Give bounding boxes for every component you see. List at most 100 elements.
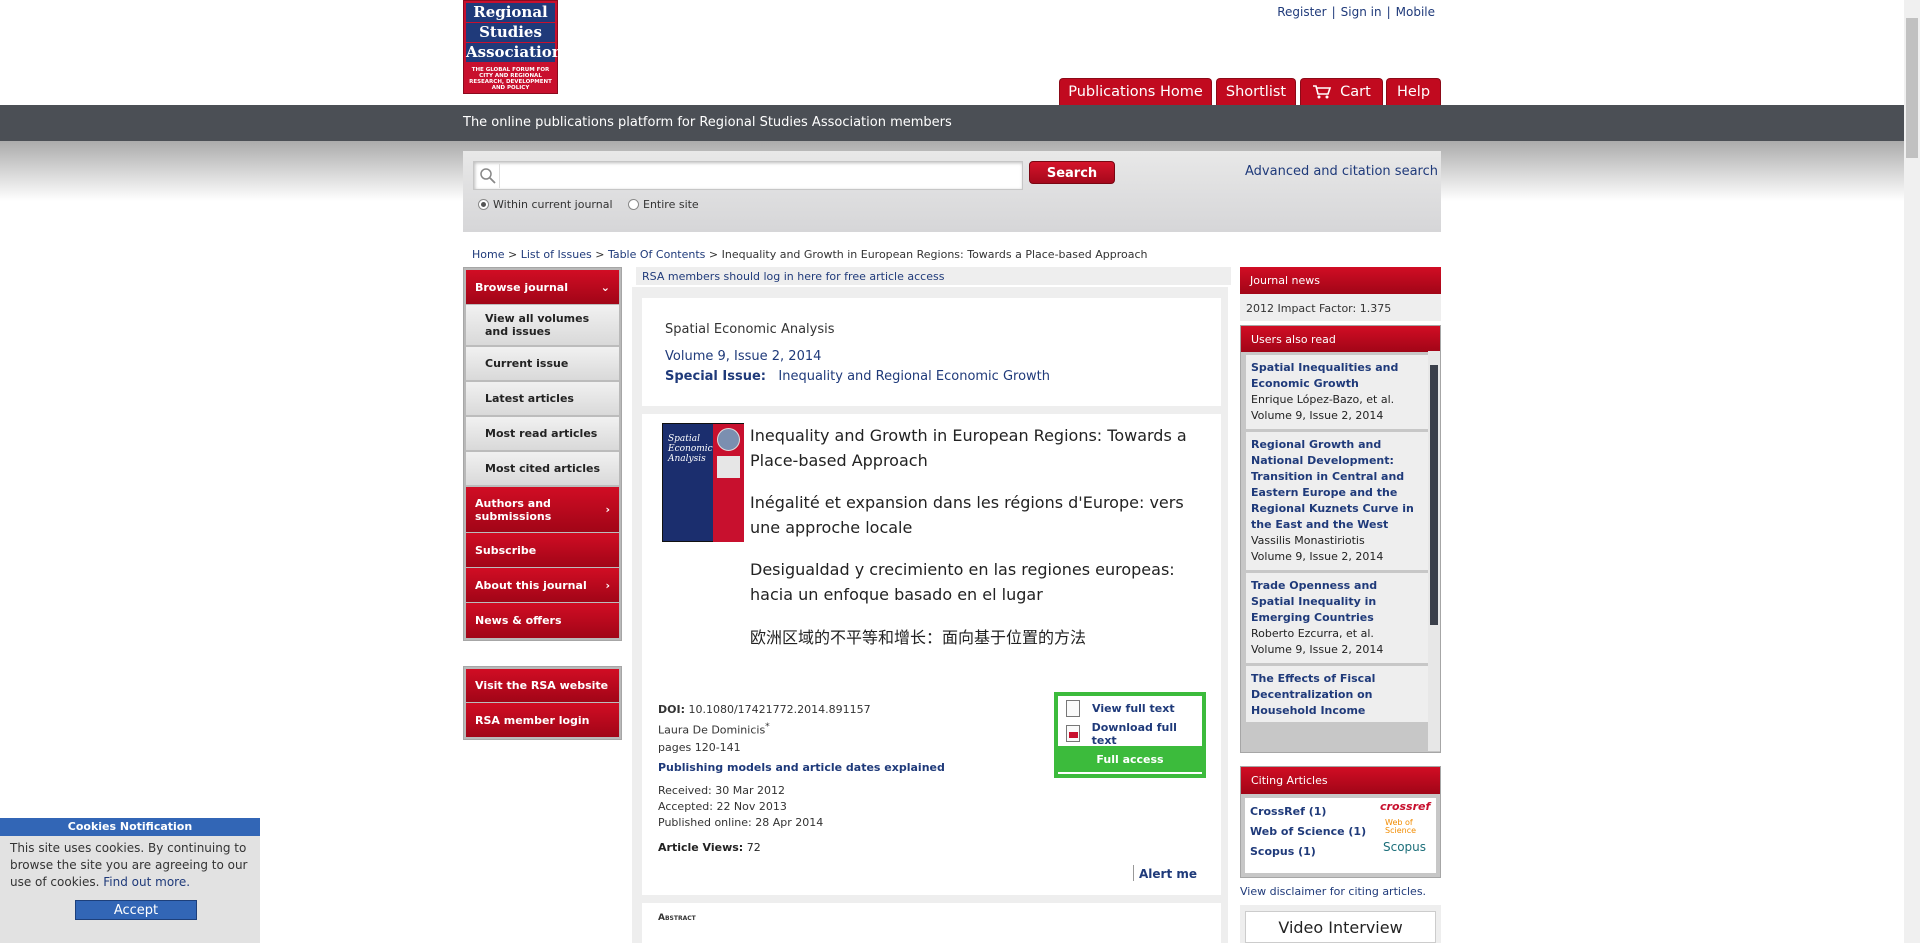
author: Laura De Dominicis	[658, 723, 766, 737]
download-full-text-button[interactable]: Download full text	[1058, 721, 1202, 747]
list-item[interactable]: The Effects of Fiscal Decentralization o…	[1246, 666, 1428, 722]
visit-rsa-label: Visit the RSA website	[475, 679, 609, 692]
related-title[interactable]: Regional Growth and National Development…	[1251, 437, 1423, 533]
cookie-find-out-link[interactable]: Find out more.	[103, 875, 190, 889]
breadcrumb-toc[interactable]: Table Of Contents	[608, 248, 705, 261]
journal-nav: Browse journal ⌄ View all volumes and iss…	[463, 267, 622, 641]
nav-most-cited[interactable]: Most cited articles	[466, 452, 619, 487]
users-also-read-heading: Users also read	[1241, 326, 1440, 352]
related-title[interactable]: Spatial Inequalities and Economic Growth	[1251, 360, 1423, 392]
separator: |	[1386, 5, 1391, 19]
nav-current-issue[interactable]: Current issue	[466, 347, 619, 382]
mobile-link[interactable]: Mobile	[1396, 5, 1435, 19]
volume-link[interactable]: Volume 9, Issue 2, 2014	[665, 349, 821, 364]
rsa-logo[interactable]: Regional Studies Association THE GLOBAL …	[463, 0, 563, 94]
logo-line-2: Studies	[466, 23, 555, 42]
article-title-fr: Inégalité et expansion dans les régions …	[750, 493, 1184, 537]
scope-current-option[interactable]: Within current journal	[478, 198, 613, 211]
search-button[interactable]: Search	[1029, 161, 1115, 184]
nav-news[interactable]: News & offers	[466, 603, 619, 638]
tab-publications-home[interactable]: Publications Home	[1059, 78, 1212, 105]
related-title[interactable]: The Effects of Fiscal Decentralization o…	[1251, 671, 1423, 722]
document-icon	[1066, 700, 1080, 717]
list-item[interactable]: Regional Growth and National Development…	[1246, 432, 1428, 570]
news-label: News & offers	[475, 614, 562, 627]
cookie-title: Cookies Notification	[0, 818, 260, 836]
about-label: About this journal	[475, 578, 587, 592]
nav-view-all[interactable]: View all volumes and issues	[466, 305, 619, 347]
page-scrollbar-thumb[interactable]	[1906, 18, 1918, 158]
search-input[interactable]	[473, 161, 1023, 190]
pdf-icon	[1066, 725, 1080, 742]
special-issue-link[interactable]: Inequality and Regional Economic Growth	[778, 369, 1050, 384]
rsa-links: Visit the RSA website RSA member login	[463, 666, 622, 740]
article-dates: Received: 30 Mar 2012 Accepted: 22 Nov 2…	[658, 783, 823, 831]
crossref-link[interactable]: CrossRef (1)	[1250, 805, 1326, 818]
nav-subscribe[interactable]: Subscribe	[466, 533, 619, 568]
alert-me-link[interactable]: Alert me	[1139, 867, 1197, 881]
radio-selected-icon[interactable]	[478, 199, 489, 210]
special-issue-label: Special Issue:	[665, 369, 766, 384]
member-login-label: RSA member login	[475, 713, 590, 727]
tab-help[interactable]: Help	[1386, 78, 1441, 105]
register-link[interactable]: Register	[1277, 5, 1326, 19]
doi-label: DOI:	[658, 703, 685, 716]
member-login-link[interactable]: RSA member login	[466, 703, 619, 737]
video-interview-label: Video Interview	[1245, 911, 1436, 943]
logo-line-1: Regional	[466, 3, 555, 22]
signin-link[interactable]: Sign in	[1341, 5, 1382, 19]
citing-articles: Citing Articles CrossRef (1) Web of Scie…	[1240, 766, 1441, 878]
nav-about[interactable]: About this journal ›	[466, 568, 619, 603]
breadcrumb: Home > List of Issues > Table Of Content…	[472, 248, 1148, 261]
scope-current-label: Within current journal	[493, 198, 613, 211]
tab-shortlist[interactable]: Shortlist	[1216, 78, 1296, 105]
list-item[interactable]: Spatial Inequalities and Economic Growth…	[1246, 355, 1428, 429]
advanced-search-link[interactable]: Advanced and citation search	[1245, 164, 1438, 179]
wos-link[interactable]: Web of Science (1)	[1250, 825, 1366, 838]
visit-rsa-link[interactable]: Visit the RSA website	[466, 669, 619, 703]
related-issue: Volume 9, Issue 2, 2014	[1251, 550, 1384, 563]
views-count: 72	[746, 841, 761, 854]
users-also-read: Users also read Spatial Inequalities and…	[1240, 325, 1441, 753]
article-title-zh: 欧洲区域的不平等和增长：面向基于位置的方法	[750, 628, 1087, 647]
view-full-text-button[interactable]: View full text	[1058, 696, 1202, 721]
video-interview-box[interactable]: Video Interview	[1240, 905, 1441, 943]
radio-unselected-icon[interactable]	[628, 199, 639, 210]
full-access-badge: Full access	[1058, 746, 1202, 772]
publishing-models-link[interactable]: Publishing models and article dates expl…	[658, 761, 945, 774]
scopus-logo: Scopus	[1383, 840, 1427, 854]
list-item[interactable]: Trade Openness and Spatial Inequality in…	[1246, 573, 1428, 663]
pages: pages 120-141	[658, 740, 741, 754]
list-scrollbar-thumb[interactable]	[1430, 365, 1438, 625]
journal-name: Spatial Economic Analysis	[665, 322, 835, 337]
search-icon	[476, 164, 500, 188]
nav-authors[interactable]: Authors and submissions ›	[466, 487, 619, 533]
nav-most-read[interactable]: Most read articles	[466, 417, 619, 452]
journal-news-heading: Journal news	[1240, 267, 1441, 294]
journal-info-panel: Spatial Economic Analysis Volume 9, Issu…	[642, 298, 1221, 406]
related-title[interactable]: Trade Openness and Spatial Inequality in…	[1251, 578, 1423, 626]
rsa-login-message[interactable]: RSA members should log in here for free …	[636, 267, 1231, 285]
breadcrumb-issues[interactable]: List of Issues	[521, 248, 592, 261]
breadcrumb-home[interactable]: Home	[472, 248, 504, 261]
related-issue: Volume 9, Issue 2, 2014	[1251, 643, 1384, 656]
abstract-panel: Abstract	[642, 903, 1221, 943]
subscribe-label: Subscribe	[475, 543, 537, 557]
citing-articles-heading: Citing Articles	[1241, 767, 1440, 794]
cookie-accept-button[interactable]: Accept	[75, 900, 197, 920]
received-date: Received: 30 Mar 2012	[658, 784, 785, 797]
cart-icon	[1313, 85, 1332, 99]
abstract-heading: Abstract	[658, 913, 696, 923]
browse-journal-toggle[interactable]: Browse journal ⌄	[466, 270, 619, 305]
cookie-body: This site uses cookies. By continuing to…	[0, 836, 260, 895]
scope-site-option[interactable]: Entire site	[628, 198, 699, 211]
divider	[1133, 865, 1134, 881]
scopus-link[interactable]: Scopus (1)	[1250, 845, 1316, 858]
wos-logo: Web of Science	[1385, 818, 1417, 835]
nav-latest-articles[interactable]: Latest articles	[466, 382, 619, 417]
article-meta: DOI: 10.1080/17421772.2014.891157 Laura …	[658, 701, 871, 756]
citing-disclaimer-link[interactable]: View disclaimer for citing articles.	[1240, 885, 1426, 898]
impact-factor: 2012 Impact Factor: 1.375	[1240, 294, 1441, 321]
tab-cart[interactable]: Cart	[1300, 78, 1383, 105]
cover-seal-icon	[717, 428, 740, 451]
